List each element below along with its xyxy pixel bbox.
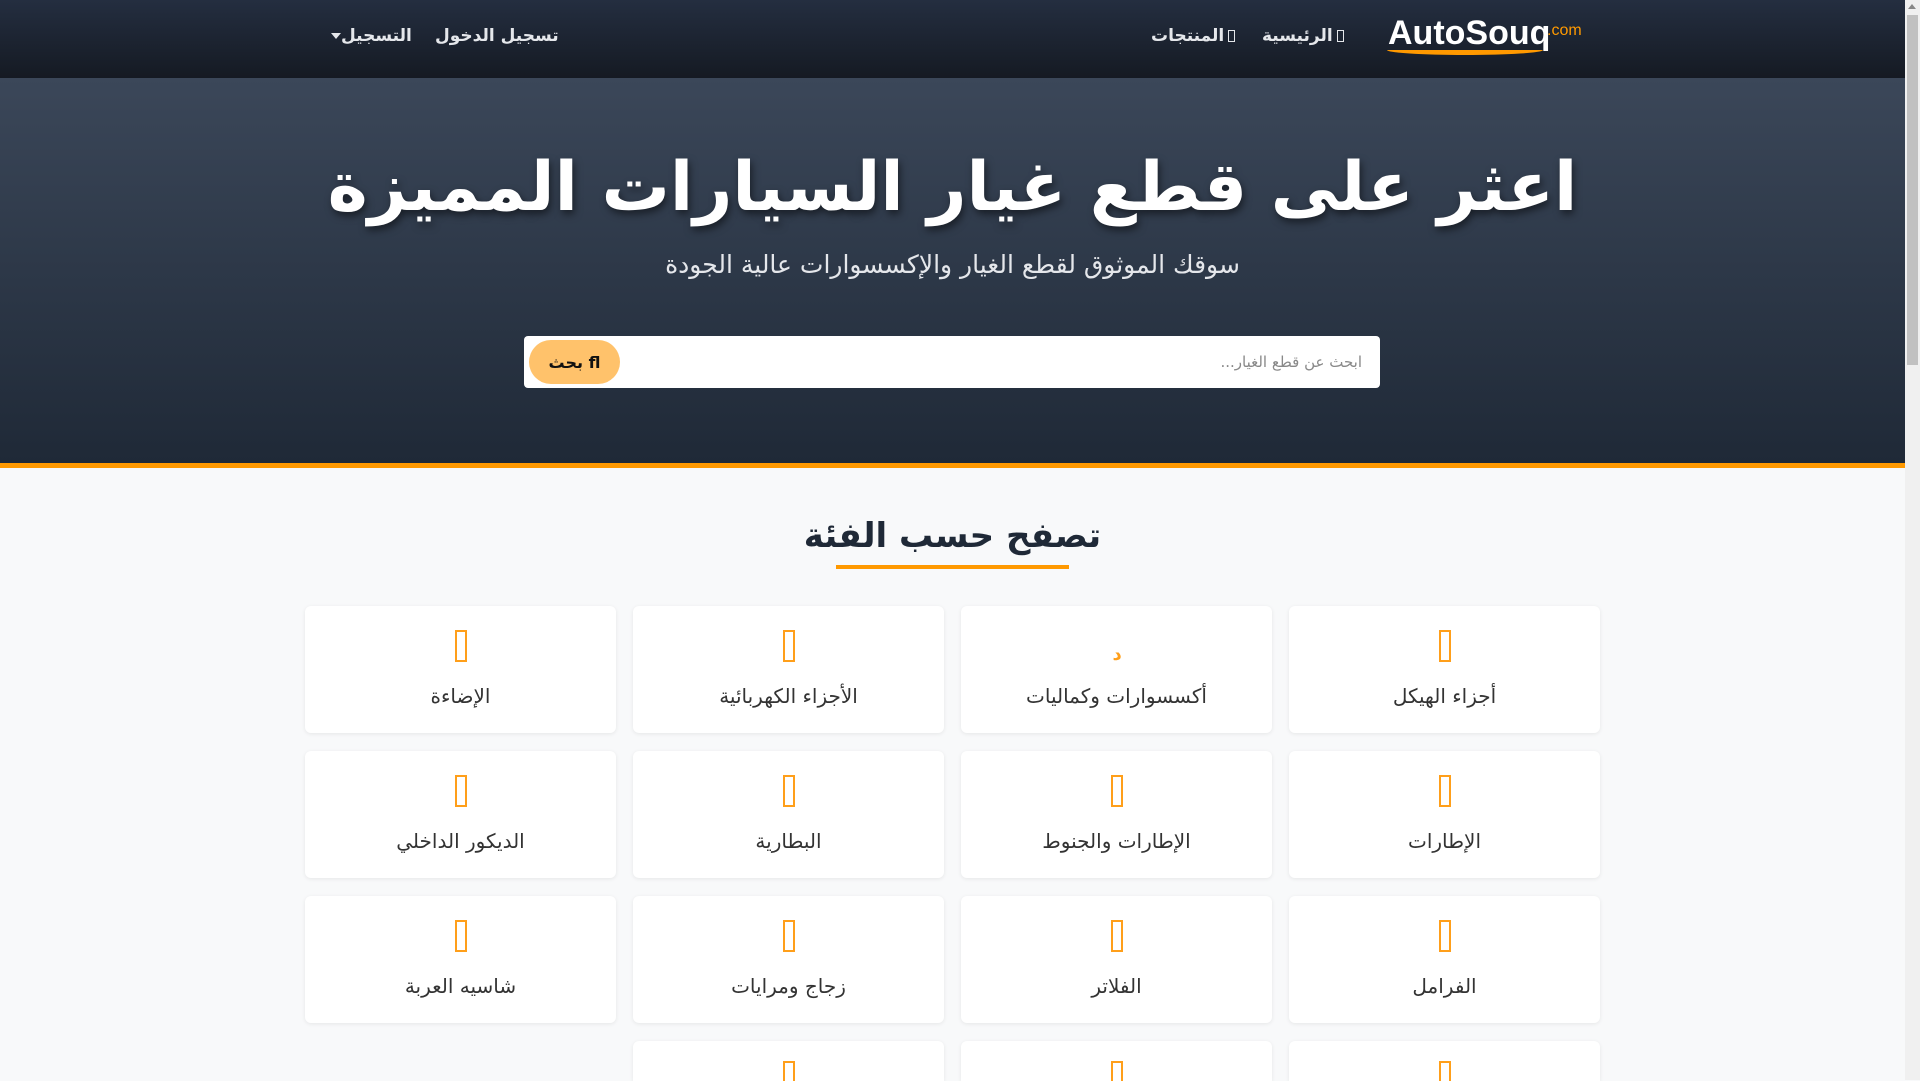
- category-label: الإضاءة: [430, 684, 491, 708]
- nav-home-label: الرئيسية: [1262, 26, 1333, 46]
- category-card[interactable]: الفلاتر: [961, 896, 1272, 1023]
- category-card[interactable]: الفرامل: [1289, 896, 1600, 1023]
- category-icon: [1110, 775, 1123, 807]
- hero-title: اعثر على قطع غيار السيارات المميزة: [327, 148, 1578, 227]
- category-label: الأجزاء الكهربائية: [719, 684, 858, 708]
- category-label: الفرامل: [1412, 974, 1477, 998]
- category-label: الإطارات والجنوط: [1042, 829, 1191, 853]
- category-card[interactable]: شاسيه العربة: [305, 896, 616, 1023]
- hero-section: اعثر على قطع غيار السيارات المميزة سوقك …: [0, 78, 1905, 468]
- category-icon: [454, 920, 467, 952]
- category-card[interactable]: د أكسسوارات وكماليات: [961, 606, 1272, 733]
- category-icon: [1110, 1061, 1123, 1081]
- logo-suffix: .com: [1547, 22, 1582, 39]
- category-grid: أجزاء الهيكل د أكسسوارات وكماليات الأجزاء ا…: [305, 606, 1600, 1081]
- search-input[interactable]: [762, 336, 1362, 388]
- category-card[interactable]: زجاج ومرايات: [633, 896, 944, 1023]
- categories-title: تصفح حسب الفئة: [803, 516, 1102, 556]
- category-icon: [1438, 920, 1451, 952]
- category-icon: [782, 1061, 795, 1081]
- category-label: زجاج ومرايات: [731, 974, 846, 998]
- scrollbar-thumb[interactable]: [1907, 15, 1918, 365]
- logo-underline: [1387, 50, 1543, 55]
- accessories-icon: د: [1112, 644, 1122, 665]
- search-bar: ﬂ بحث: [524, 336, 1380, 388]
- navbar: AutoSouq .com الرئيسية المنتجات تسجيل ال…: [0, 0, 1905, 78]
- hero-subtitle: سوقك الموثوق لقطع الغيار والإكسسوارات عا…: [665, 250, 1240, 279]
- nav-products-label: المنتجات: [1151, 26, 1225, 46]
- category-icon: [1438, 630, 1451, 662]
- search-button[interactable]: ﬂ بحث: [529, 340, 620, 384]
- page: AutoSouq .com الرئيسية المنتجات تسجيل ال…: [0, 0, 1905, 1081]
- category-label: الديكور الداخلي: [396, 829, 525, 853]
- nav-products-link[interactable]: المنتجات: [1151, 26, 1239, 46]
- category-icon: [782, 920, 795, 952]
- logo[interactable]: AutoSouq: [1388, 14, 1550, 53]
- category-icon: [454, 775, 467, 807]
- category-icon: [782, 630, 795, 662]
- scrollbar[interactable]: [1905, 0, 1920, 1080]
- scroll-up-icon[interactable]: [1908, 4, 1916, 9]
- nav-register-dropdown[interactable]: التسجيل: [321, 26, 412, 46]
- category-label: البطارية: [755, 829, 822, 853]
- title-underline: [836, 565, 1069, 569]
- category-card[interactable]: [633, 1041, 944, 1081]
- category-label: أكسسوارات وكماليات: [1026, 684, 1207, 708]
- category-icon: [1438, 775, 1451, 807]
- nav-register-label: التسجيل: [341, 26, 412, 46]
- category-icon: [1438, 1061, 1451, 1081]
- home-icon: [1336, 30, 1344, 42]
- category-label: شاسيه العربة: [404, 974, 517, 998]
- category-card[interactable]: [961, 1041, 1272, 1081]
- products-icon: [1228, 30, 1236, 42]
- category-card[interactable]: أجزاء الهيكل: [1289, 606, 1600, 733]
- category-label: الإطارات: [1407, 829, 1482, 853]
- category-card[interactable]: الإضاءة: [305, 606, 616, 733]
- category-card[interactable]: البطارية: [633, 751, 944, 878]
- category-card[interactable]: [1289, 1041, 1600, 1081]
- category-card[interactable]: الإطارات والجنوط: [961, 751, 1272, 878]
- nav-home-link[interactable]: الرئيسية: [1262, 26, 1348, 46]
- category-label: أجزاء الهيكل: [1392, 684, 1497, 708]
- category-card[interactable]: الديكور الداخلي: [305, 751, 616, 878]
- category-icon: [782, 775, 795, 807]
- category-icon: [1110, 920, 1123, 952]
- nav-login-link[interactable]: تسجيل الدخول: [435, 26, 559, 46]
- category-icon: [454, 630, 467, 662]
- category-card[interactable]: الإطارات: [1289, 751, 1600, 878]
- category-label: الفلاتر: [1091, 974, 1142, 998]
- chevron-down-icon: [331, 33, 341, 39]
- category-card[interactable]: الأجزاء الكهربائية: [633, 606, 944, 733]
